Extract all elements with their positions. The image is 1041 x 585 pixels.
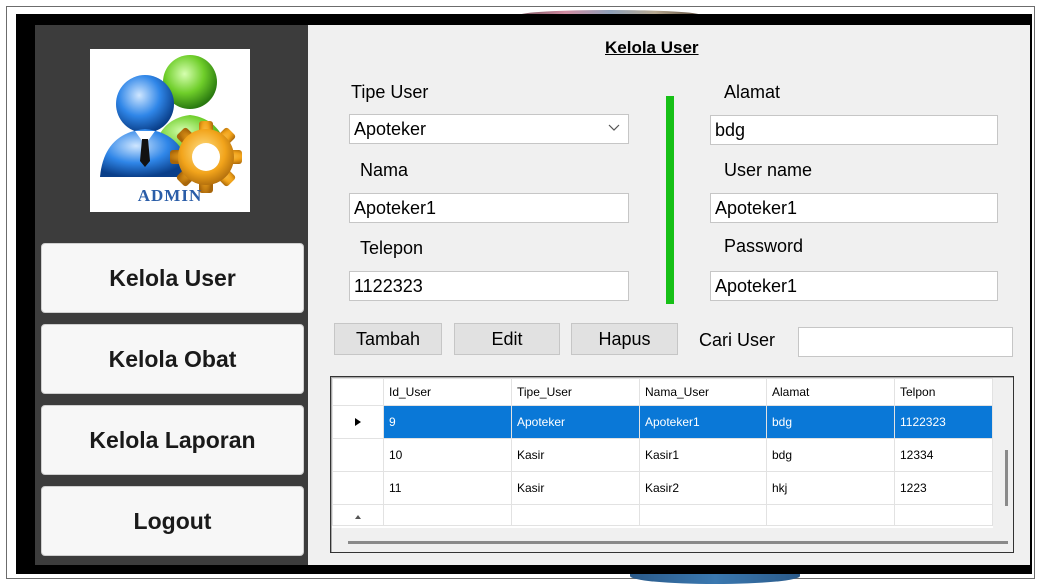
hapus-button[interactable]: Hapus [571,323,678,355]
table-cell[interactable]: Apoteker1 [639,405,767,439]
table-cell[interactable]: 1223 [894,471,993,505]
nav-kelola-laporan-button[interactable]: Kelola Laporan [41,405,304,475]
column-header[interactable]: Alamat [766,378,895,406]
user-table: Id_User Tipe_User Nama_User Alamat Telpo… [330,376,1014,553]
table-cell[interactable]: 11 [383,471,512,505]
telepon-label: Telepon [360,238,424,258]
telepon-input[interactable]: 1122323 [349,271,629,301]
horizontal-scrollbar[interactable] [332,528,1013,552]
nav-logout-button[interactable]: Logout [41,486,304,556]
table-cell[interactable]: Kasir [511,438,640,472]
table-cell[interactable]: bdg [766,438,895,472]
horizontal-scrollbar-thumb[interactable] [348,541,1008,544]
tipe-user-label: Tipe User [351,82,429,102]
table-cell[interactable]: 9 [383,405,512,439]
password-input[interactable]: Apoteker1 [710,271,998,301]
column-header[interactable]: Tipe_User [511,378,640,406]
table-cell[interactable]: 10 [383,438,512,472]
table-cell[interactable]: Kasir2 [639,471,767,505]
cari-user-input[interactable] [798,327,1013,357]
table-row[interactable]: 11 Kasir Kasir2 hkj 1223 [332,471,993,505]
column-header[interactable]: Id_User [383,378,512,406]
row-header[interactable] [332,504,384,526]
new-row-indicator-icon [355,515,361,519]
page-title: Kelola User [605,38,699,57]
cari-user-label: Cari User [699,330,776,350]
column-header[interactable]: Nama_User [639,378,767,406]
table-cell[interactable]: Kasir [511,471,640,505]
nav-kelola-user-button[interactable]: Kelola User [41,243,304,313]
row-header-corner [332,378,384,406]
row-header[interactable] [332,438,384,472]
tipe-user-value: Apoteker [354,119,427,139]
alamat-input[interactable]: bdg [710,115,998,145]
row-pointer-icon [355,418,361,426]
table-cell[interactable]: hkj [766,471,895,505]
chevron-down-icon[interactable] [608,124,620,132]
vertical-scrollbar[interactable] [993,378,1013,528]
new-row[interactable] [332,504,993,526]
alamat-label: Alamat [724,82,781,102]
table-body: Id_User Tipe_User Nama_User Alamat Telpo… [332,378,993,528]
nama-input[interactable]: Apoteker1 [349,193,629,223]
table-row[interactable]: 9 Apoteker Apoteker1 bdg 1122323 [332,405,993,439]
vertical-scrollbar-thumb[interactable] [1005,450,1008,506]
edit-button[interactable]: Edit [454,323,560,355]
tipe-user-select[interactable]: Apoteker [349,114,629,144]
admin-logo: ADMIN [90,49,250,212]
table-cell[interactable]: Kasir1 [639,438,767,472]
table-row[interactable]: 10 Kasir Kasir1 bdg 12334 [332,438,993,472]
row-header[interactable] [332,405,384,439]
nama-label: Nama [360,160,409,180]
username-label: User name [724,160,813,180]
form-divider [666,96,674,304]
username-input[interactable]: Apoteker1 [710,193,998,223]
column-header[interactable]: Telpon [894,378,993,406]
table-cell[interactable]: Apoteker [511,405,640,439]
table-header-row: Id_User Tipe_User Nama_User Alamat Telpo… [332,378,993,406]
table-cell[interactable]: 1122323 [894,405,993,439]
logo-text: ADMIN [137,186,203,205]
nav-kelola-obat-button[interactable]: Kelola Obat [41,324,304,394]
table-cell[interactable]: 12334 [894,438,993,472]
tambah-button[interactable]: Tambah [334,323,442,355]
table-cell[interactable]: bdg [766,405,895,439]
row-header[interactable] [332,471,384,505]
password-label: Password [724,236,804,256]
